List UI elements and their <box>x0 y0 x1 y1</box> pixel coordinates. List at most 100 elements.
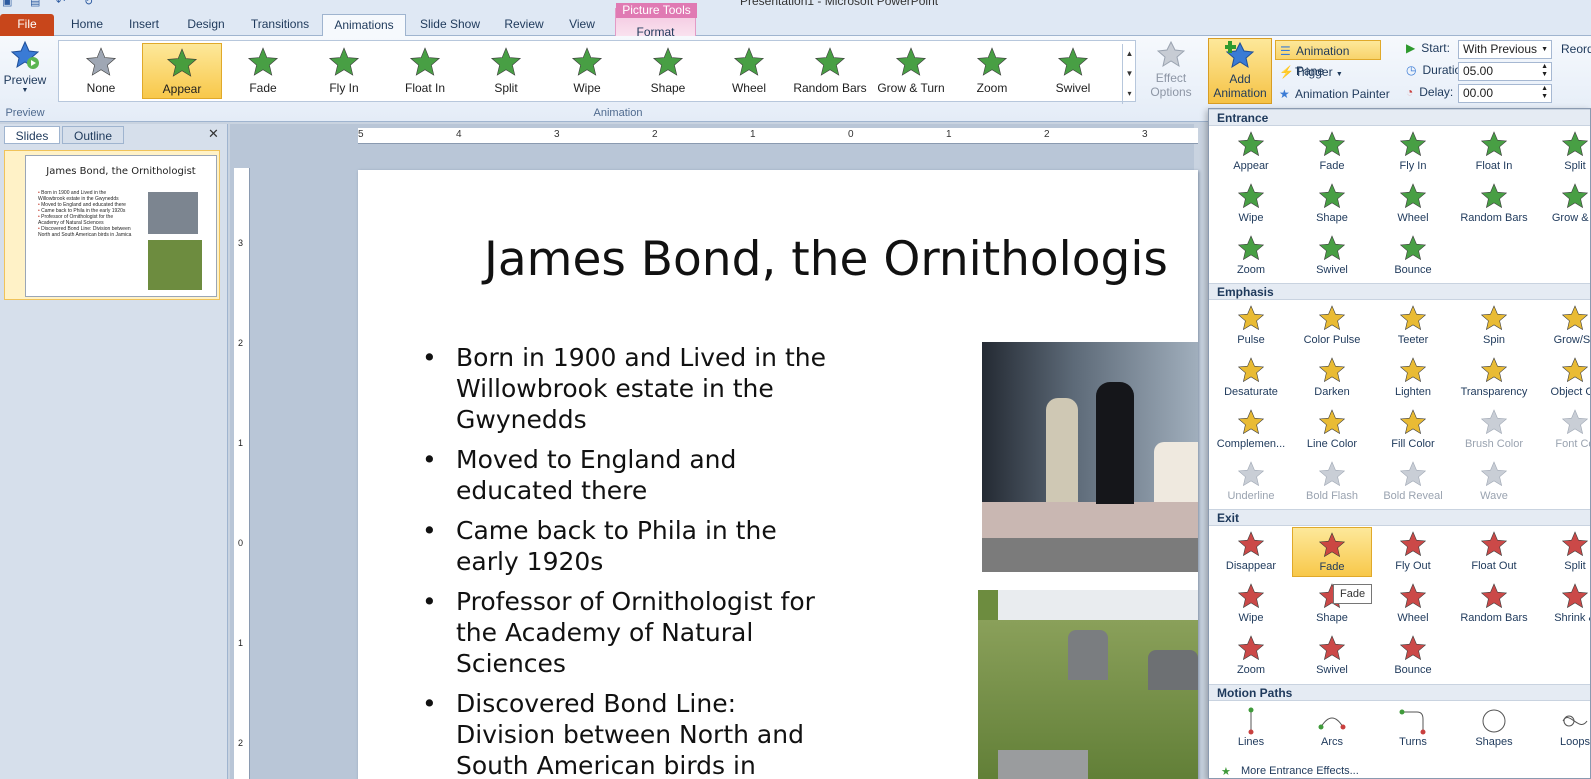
emphasis-effect-lighten[interactable]: Lighten <box>1373 353 1453 403</box>
close-pane-icon[interactable]: ✕ <box>208 126 219 142</box>
exit-effect-bounce[interactable]: Bounce <box>1373 631 1453 681</box>
entrance-effect-fly-in[interactable]: Fly In <box>1373 127 1453 177</box>
tab-insert[interactable]: Insert <box>116 14 172 36</box>
photo-two-men[interactable] <box>982 342 1198 572</box>
motion-path-lines[interactable]: Lines <box>1211 703 1291 753</box>
entrance-effect-swivel[interactable]: Swivel <box>1292 231 1372 281</box>
save-icon[interactable]: ▤ <box>30 0 42 8</box>
delay-spinner-icon[interactable]: ▲ ▼ <box>1541 85 1548 101</box>
gallery-item-none[interactable]: None <box>61 43 141 99</box>
gallery-item-fade[interactable]: Fade <box>223 43 303 99</box>
gallery-item-float-in[interactable]: Float In <box>385 43 465 99</box>
powerpoint-window: ▣ ▤ ↶ ↻ Presentation1 - Microsoft PowerP… <box>0 0 1591 779</box>
motion-path-loops[interactable]: Loops <box>1535 703 1590 753</box>
add-animation-dropdown: ★ More Entrance Effects... Entrance Appea… <box>1208 108 1591 779</box>
emphasis-effect-line-color[interactable]: Line Color <box>1292 405 1372 455</box>
tab-review[interactable]: Review <box>496 14 552 36</box>
slide-thumbnail-selected[interactable]: James Bond, the Ornithologist Born in 19… <box>4 150 220 300</box>
entrance-effect-wipe[interactable]: Wipe <box>1211 179 1291 229</box>
trigger-button[interactable]: ⚡ Trigger ▼ <box>1275 62 1355 82</box>
tab-slides[interactable]: Slides <box>4 126 60 144</box>
exit-effect-random-bars[interactable]: Random Bars <box>1454 579 1534 629</box>
tab-file[interactable]: File <box>0 14 54 36</box>
gallery-item-swivel[interactable]: Swivel <box>1033 43 1113 99</box>
gallery-item-appear[interactable]: Appear <box>142 43 222 99</box>
exit-effect-wipe[interactable]: Wipe <box>1211 579 1291 629</box>
exit-effect-wheel[interactable]: Wheel <box>1373 579 1453 629</box>
emphasis-effect-spin[interactable]: Spin <box>1454 301 1534 351</box>
photo-cemetery[interactable] <box>978 590 1198 779</box>
animation-pane-button[interactable]: ☰ Animation Pane <box>1275 40 1381 78</box>
motion-path-shapes[interactable]: Shapes <box>1454 703 1534 753</box>
gallery-scroll-up[interactable]: ▲ <box>1122 44 1136 64</box>
motion-path-arcs[interactable]: Arcs <box>1292 703 1372 753</box>
slide-bullet-list[interactable]: Born in 1900 and Lived in the Willowbroo… <box>422 342 842 779</box>
gallery-item-split[interactable]: Split <box>466 43 546 99</box>
slide-canvas[interactable]: James Bond, the Ornithologis Born in 190… <box>358 170 1198 779</box>
slide-title[interactable]: James Bond, the Ornithologis <box>484 232 1168 287</box>
preview-button[interactable]: Preview ▼ <box>2 40 48 104</box>
emphasis-effect-color-pulse[interactable]: Color Pulse <box>1292 301 1372 351</box>
entrance-effect-appear[interactable]: Appear <box>1211 127 1291 177</box>
emphasis-effect-teeter[interactable]: Teeter <box>1373 301 1453 351</box>
tab-outline[interactable]: Outline <box>62 126 124 144</box>
emphasis-effect-fill-color[interactable]: Fill Color <box>1373 405 1453 455</box>
more-entrance-effects-link[interactable]: ★ More Entrance Effects... <box>1217 765 1359 778</box>
undo-icon[interactable]: ↶ <box>56 0 68 8</box>
start-select[interactable]: With Previous ▼ <box>1458 40 1552 59</box>
emphasis-effect-object-co[interactable]: Object Co <box>1535 353 1590 403</box>
emphasis-effect-complemen[interactable]: Complemen... <box>1211 405 1291 455</box>
gallery-item-fly-in[interactable]: Fly In <box>304 43 384 99</box>
gallery-item-random-bars[interactable]: Random Bars <box>790 43 870 99</box>
emphasis-effect-transparency[interactable]: Transparency <box>1454 353 1534 403</box>
preview-dropdown-icon[interactable]: ▼ <box>2 87 48 94</box>
exit-effect-swivel[interactable]: Swivel <box>1292 631 1372 681</box>
entrance-effect-split[interactable]: Split <box>1535 127 1590 177</box>
tab-slide-show[interactable]: Slide Show <box>412 14 488 36</box>
exit-effect-disappear[interactable]: Disappear <box>1211 527 1291 577</box>
entrance-effect-bounce[interactable]: Bounce <box>1373 231 1453 281</box>
duration-spinner-icon[interactable]: ▲ ▼ <box>1541 63 1548 79</box>
entrance-effect-wheel[interactable]: Wheel <box>1373 179 1453 229</box>
gallery-item-zoom[interactable]: Zoom <box>952 43 1032 99</box>
motion-path-turns[interactable]: Turns <box>1373 703 1453 753</box>
entrance-effect-grow-t[interactable]: Grow & T <box>1535 179 1590 229</box>
entrance-effect-fade[interactable]: Fade <box>1292 127 1372 177</box>
tab-view[interactable]: View <box>560 14 604 36</box>
gallery-item-shape[interactable]: Shape <box>628 43 708 99</box>
tab-transitions[interactable]: Transitions <box>240 14 320 36</box>
exit-effect-fade[interactable]: Fade <box>1292 527 1372 577</box>
slide-thumbnail[interactable]: James Bond, the Ornithologist Born in 19… <box>25 155 217 297</box>
effect-options-button[interactable]: Effect Options <box>1146 40 1196 106</box>
gallery-more-button[interactable]: ▾ <box>1122 84 1136 104</box>
gallery-item-grow-turn[interactable]: Grow & Turn <box>871 43 951 99</box>
gallery-item-wipe[interactable]: Wipe <box>547 43 627 99</box>
exit-effect-fly-out[interactable]: Fly Out <box>1373 527 1453 577</box>
add-animation-button[interactable]: Add Animation <box>1208 38 1272 104</box>
exit-effect-split[interactable]: Split <box>1535 527 1590 577</box>
duration-field[interactable]: 05.00 ▲ ▼ <box>1458 62 1552 81</box>
emphasis-effect-pulse[interactable]: Pulse <box>1211 301 1291 351</box>
gallery-scroll-down[interactable]: ▼ <box>1122 64 1136 84</box>
entrance-effect-zoom[interactable]: Zoom <box>1211 231 1291 281</box>
thumb-photo-2 <box>148 240 202 290</box>
entrance-effect-random-bars[interactable]: Random Bars <box>1454 179 1534 229</box>
emphasis-effect-grow-sh[interactable]: Grow/Sh <box>1535 301 1590 351</box>
delay-field[interactable]: 00.00 ▲ ▼ <box>1458 84 1552 103</box>
tab-design[interactable]: Design <box>176 14 236 36</box>
tab-animations[interactable]: Animations <box>322 14 406 37</box>
emphasis-effect-desaturate[interactable]: Desaturate <box>1211 353 1291 403</box>
entrance-effect-shape[interactable]: Shape <box>1292 179 1372 229</box>
redo-icon[interactable]: ↻ <box>84 0 96 8</box>
bounce-effect-icon <box>1399 635 1427 661</box>
appear-effect-icon <box>1237 131 1265 157</box>
tab-home[interactable]: Home <box>60 14 114 36</box>
animation-painter-button[interactable]: ★ Animation Painter <box>1275 84 1405 104</box>
gallery-item-label: Random Bars <box>793 81 867 95</box>
emphasis-effect-darken[interactable]: Darken <box>1292 353 1372 403</box>
exit-effect-shrink[interactable]: Shrink & <box>1535 579 1590 629</box>
exit-effect-zoom[interactable]: Zoom <box>1211 631 1291 681</box>
gallery-item-wheel[interactable]: Wheel <box>709 43 789 99</box>
entrance-effect-float-in[interactable]: Float In <box>1454 127 1534 177</box>
exit-effect-float-out[interactable]: Float Out <box>1454 527 1534 577</box>
